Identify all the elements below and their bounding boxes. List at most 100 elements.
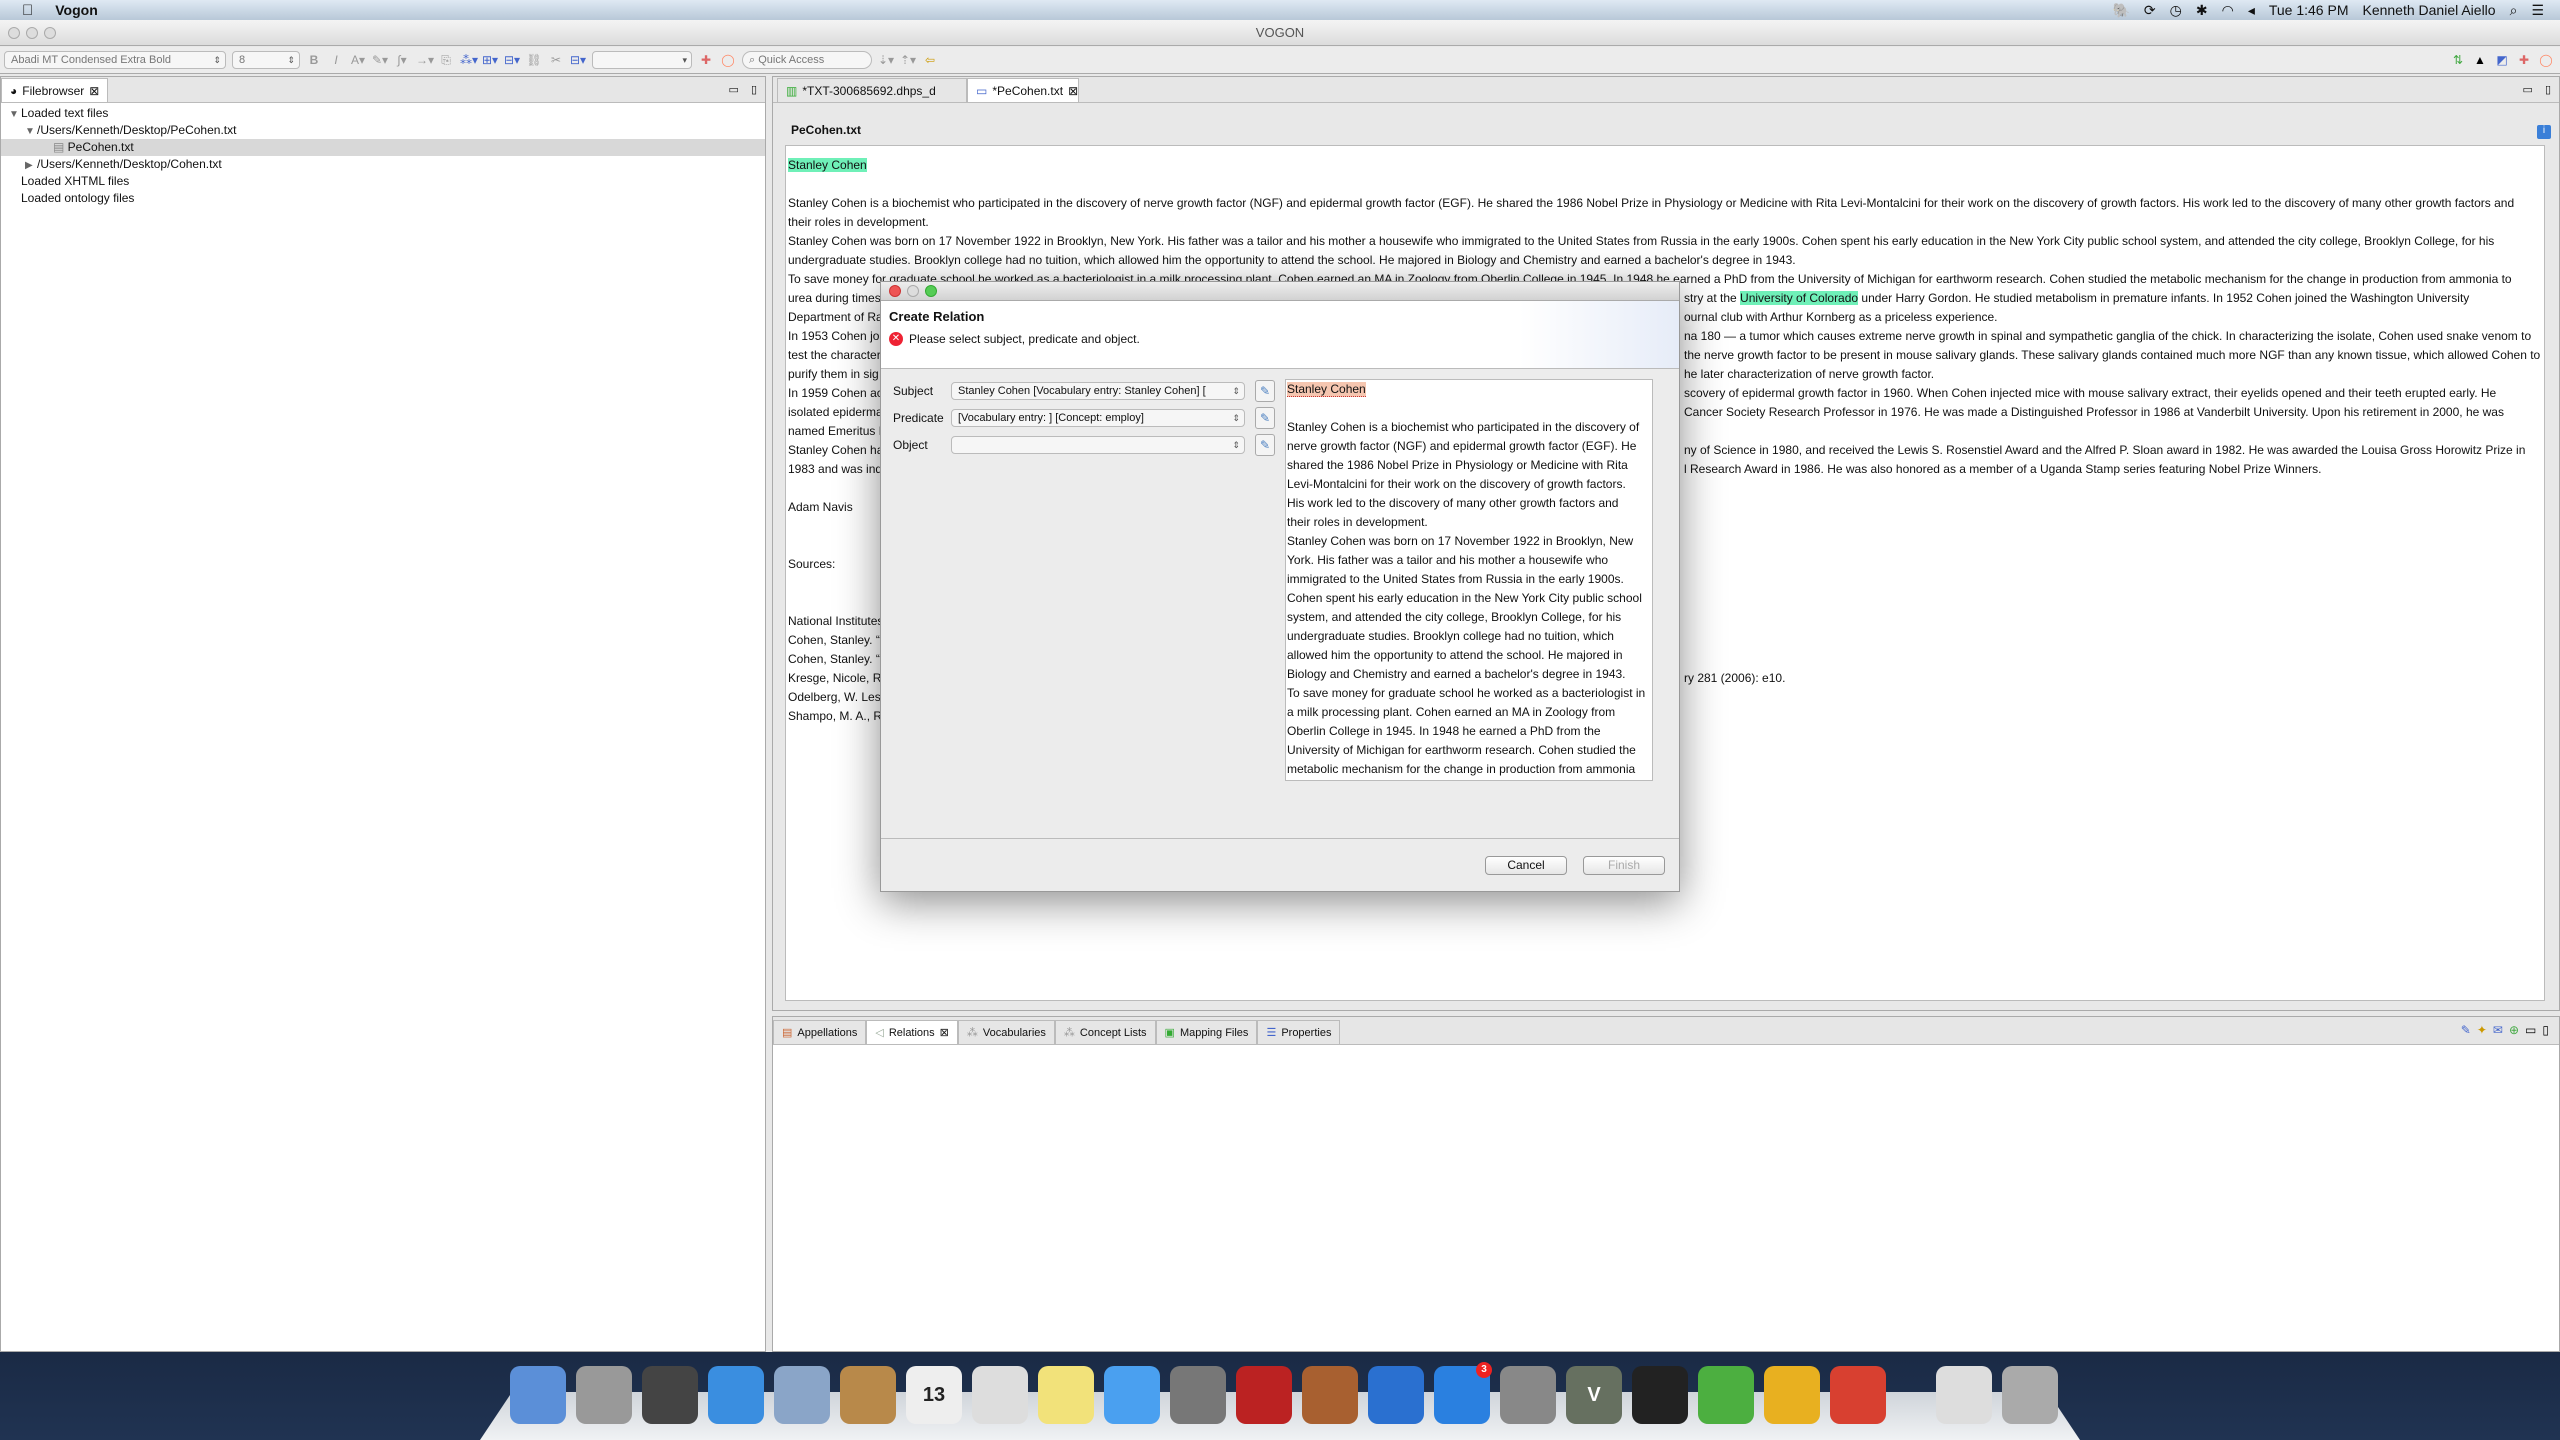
dock-evernote-icon[interactable] — [1698, 1366, 1754, 1424]
predicate-picker-button[interactable]: ✎ — [1255, 407, 1275, 429]
tree-item[interactable]: ▼/Users/Kenneth/Desktop/PeCohen.txt — [1, 122, 765, 139]
tree-item[interactable]: Loaded ontology files — [1, 190, 765, 207]
close-button[interactable] — [889, 285, 901, 297]
zoom-button[interactable] — [925, 285, 937, 297]
triangle-icon[interactable]: ▲ — [2472, 52, 2488, 68]
expand-toggle-icon[interactable]: ▼ — [25, 123, 37, 140]
volume-icon[interactable]: ◂ — [2248, 2, 2255, 19]
pin-icon[interactable]: ✚ — [2516, 52, 2532, 68]
highlight-icon[interactable]: ✎▾ — [372, 52, 388, 68]
object-picker-button[interactable]: ✎ — [1255, 434, 1275, 456]
highlighted-appellation[interactable]: University of Colorado — [1740, 291, 1859, 305]
tab-mapping-files[interactable]: ▣ Mapping Files — [1155, 1020, 1258, 1044]
dock-itunes-icon[interactable] — [1368, 1366, 1424, 1424]
back-icon[interactable]: ⇦ — [922, 52, 938, 68]
dock-reminders-icon[interactable] — [972, 1366, 1028, 1424]
dock-safari-icon[interactable] — [708, 1366, 764, 1424]
chart-icon[interactable]: ◩ — [2494, 52, 2510, 68]
sync-icon[interactable]: ⟳ — [2144, 2, 2156, 19]
copy-icon[interactable]: ⎘ — [438, 52, 454, 68]
subject-select[interactable]: Stanley Cohen [Vocabulary entry: Stanley… — [951, 382, 1245, 400]
pin-icon[interactable]: ✚ — [698, 52, 714, 68]
link-icon[interactable]: ⛓ — [526, 52, 542, 68]
dock-finder-icon[interactable] — [510, 1366, 566, 1424]
user-name[interactable]: Kenneth Daniel Aiello — [2362, 2, 2495, 18]
dock-document-icon[interactable] — [1936, 1366, 1992, 1424]
dock-mail-icon[interactable] — [774, 1366, 830, 1424]
minimize-button[interactable] — [26, 27, 38, 39]
minimize-button[interactable] — [907, 285, 919, 297]
minimize-icon[interactable]: ▭ — [729, 83, 739, 96]
wand-icon[interactable]: ✦ — [2477, 1023, 2487, 1037]
prev-icon[interactable]: ⇡▾ — [900, 52, 916, 68]
note-icon[interactable]: ✉ — [2493, 1023, 2503, 1037]
hierarchy-icon[interactable]: ⊞▾ — [482, 52, 498, 68]
sort-icon[interactable]: ⇅ — [2450, 52, 2466, 68]
font-family-select[interactable]: Abadi MT Condensed Extra Bold ⇕ — [4, 51, 226, 69]
stop-icon[interactable]: ◯ — [720, 52, 736, 68]
wifi-icon[interactable]: ◠ — [2222, 2, 2234, 19]
close-icon[interactable]: ⊠ — [89, 79, 99, 103]
object-select[interactable]: ⇕ — [951, 436, 1245, 454]
predicate-select[interactable]: [Vocabulary entry: ] [Concept: employ] ⇕ — [951, 409, 1245, 427]
tab-relations[interactable]: ◁ Relations ⊠ — [866, 1020, 958, 1044]
evernote-icon[interactable]: 🐘 — [2112, 2, 2129, 19]
maximize-icon[interactable]: ▯ — [2545, 83, 2551, 96]
dock-vogon-icon[interactable]: V — [1566, 1366, 1622, 1424]
subject-picker-button[interactable]: ✎ — [1255, 380, 1275, 402]
expand-toggle-icon[interactable]: ▼ — [9, 106, 21, 123]
tree-item[interactable]: ▤ PeCohen.txt — [1, 139, 765, 156]
dock-messages-icon[interactable] — [1104, 1366, 1160, 1424]
dock-calendar-icon[interactable]: 13 — [906, 1366, 962, 1424]
close-icon[interactable]: ⊠ — [1068, 79, 1078, 103]
dock-iphoto-icon[interactable] — [1302, 1366, 1358, 1424]
network-icon[interactable]: ⁂▾ — [460, 52, 478, 68]
expand-toggle-icon[interactable]: ▶ — [25, 157, 37, 174]
cancel-button[interactable]: Cancel — [1485, 856, 1567, 875]
tree-icon[interactable]: ⊟▾ — [504, 52, 520, 68]
info-icon[interactable]: i — [2537, 125, 2551, 139]
add-icon[interactable]: ⊕ — [2509, 1023, 2519, 1037]
dock-photo-booth-icon[interactable] — [1236, 1366, 1292, 1424]
dock-terminal-icon[interactable] — [1632, 1366, 1688, 1424]
dock-contacts-icon[interactable] — [840, 1366, 896, 1424]
next-icon[interactable]: ⇣▾ — [878, 52, 894, 68]
font-size-select[interactable]: 8 ⇕ — [232, 51, 300, 69]
apple-menu-icon[interactable]:  — [22, 2, 33, 19]
quick-access-input[interactable]: ⌕ Quick Access — [742, 51, 872, 69]
bold-icon[interactable]: B — [306, 52, 322, 68]
maximize-icon[interactable]: ▯ — [751, 83, 757, 96]
app-menu[interactable]: Vogon — [55, 2, 98, 18]
time-machine-icon[interactable]: ◷ — [2170, 2, 2182, 19]
close-icon[interactable]: ⊠ — [940, 1021, 949, 1045]
minimize-icon[interactable]: ▭ — [2525, 1023, 2536, 1037]
dock-chrome-icon[interactable] — [1830, 1366, 1886, 1424]
cut-icon[interactable]: ✂ — [548, 52, 564, 68]
zoom-button[interactable] — [44, 27, 56, 39]
layout-icon[interactable]: ⊟▾ — [570, 52, 586, 68]
tab-properties[interactable]: ☰ Properties — [1257, 1020, 1341, 1044]
minimize-icon[interactable]: ▭ — [2523, 83, 2533, 96]
dock-notes-icon[interactable] — [1038, 1366, 1094, 1424]
spotlight-icon[interactable]: ⌕ — [2510, 2, 2518, 19]
dock-trash-icon[interactable] — [2002, 1366, 2058, 1424]
italic-icon[interactable]: I — [328, 52, 344, 68]
dock-system-preferences-icon[interactable] — [1500, 1366, 1556, 1424]
dock-facetime-icon[interactable] — [1170, 1366, 1226, 1424]
tree-item[interactable]: ▶/Users/Kenneth/Desktop/Cohen.txt — [1, 156, 765, 173]
tab-editor-1[interactable]: ▭ *PeCohen.txt ⊠ — [967, 78, 1079, 102]
tree-item[interactable]: Loaded XHTML files — [1, 173, 765, 190]
clock[interactable]: Tue 1:46 PM — [2269, 2, 2349, 18]
tab-filebrowser[interactable]: ◕ Filebrowser ⊠ — [1, 78, 109, 103]
style-icon[interactable]: ∫▾ — [394, 52, 410, 68]
tab-concept-lists[interactable]: ⁂ Concept Lists — [1054, 1020, 1156, 1044]
dock-moneydance-icon[interactable] — [1764, 1366, 1820, 1424]
font-color-icon[interactable]: A▾ — [350, 52, 366, 68]
edit-icon[interactable]: ✎ — [2461, 1023, 2471, 1037]
dock-launchpad-icon[interactable] — [576, 1366, 632, 1424]
tab-editor-0[interactable]: ▥ *TXT-300685692.dhps_d — [777, 78, 967, 102]
tab-appellations[interactable]: ▤ Appellations — [773, 1020, 867, 1044]
finish-button[interactable]: Finish — [1583, 856, 1665, 875]
zoom-select[interactable]: ▾ — [592, 51, 692, 69]
arrow-icon[interactable]: →▾ — [416, 52, 434, 68]
